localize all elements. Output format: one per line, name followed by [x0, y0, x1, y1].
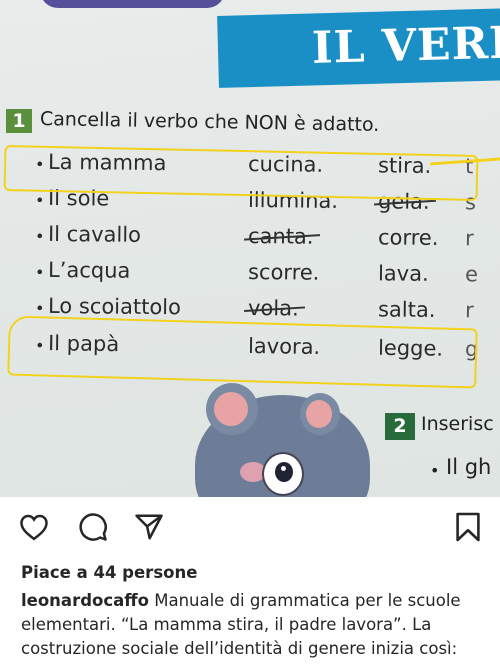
row-verb: salta. — [377, 297, 436, 322]
bullet: • — [34, 226, 45, 246]
username-link[interactable]: leonardocaffo — [21, 591, 149, 610]
exercise-number: 1 — [6, 109, 32, 133]
cropped-text: r — [464, 226, 474, 251]
row-verb-crossed-out: canta. — [247, 223, 314, 249]
exercise-instruction: Cancella il verbo che NON è adatto. — [39, 108, 380, 136]
row-subject: Il cavallo — [47, 221, 142, 247]
mouse-pupil — [275, 462, 293, 482]
heart-icon[interactable] — [16, 507, 52, 547]
share-icon[interactable] — [131, 507, 167, 547]
cropped-text: r — [464, 298, 474, 323]
likes-count[interactable]: Piace a 44 persone — [21, 563, 197, 582]
exercise-instruction: Inserisc — [421, 413, 494, 435]
bullet: • — [34, 190, 45, 210]
mouse-ear-inner — [214, 392, 248, 426]
post-caption: leonardocaffo Manuale di grammatica per … — [21, 589, 491, 661]
mouse-eye-glint — [281, 466, 286, 471]
exercise-row: • Il cavallo canta. corre. r — [0, 221, 500, 258]
page-title: IL VERB — [311, 17, 500, 74]
mouse-ear-inner — [306, 400, 332, 428]
page-header-decoration — [40, 0, 225, 8]
highlight-box — [7, 315, 478, 389]
bullet: • — [430, 461, 440, 480]
row-verb: corre. — [377, 225, 439, 250]
comment-icon[interactable] — [75, 507, 111, 547]
row-subject: L’acqua — [47, 257, 131, 283]
exercise-row: • L’acqua scorre. lava. e — [0, 257, 500, 294]
row-verb-crossed-out: vola. — [247, 295, 299, 321]
row-subject: Lo scoiattolo — [47, 293, 182, 320]
bullet: • — [34, 298, 45, 318]
post-photo[interactable]: IL VERB 1 Cancella il verbo che NON è ad… — [0, 0, 500, 497]
row-verb: scorre. — [247, 259, 320, 285]
exercise-item: Il gh — [446, 455, 492, 479]
cropped-text: e — [464, 262, 479, 287]
row-verb: lava. — [377, 261, 429, 286]
bookmark-icon[interactable] — [450, 507, 486, 547]
exercise-number: 2 — [385, 413, 415, 440]
post-actions-bar — [0, 507, 500, 551]
bullet: • — [34, 262, 45, 282]
